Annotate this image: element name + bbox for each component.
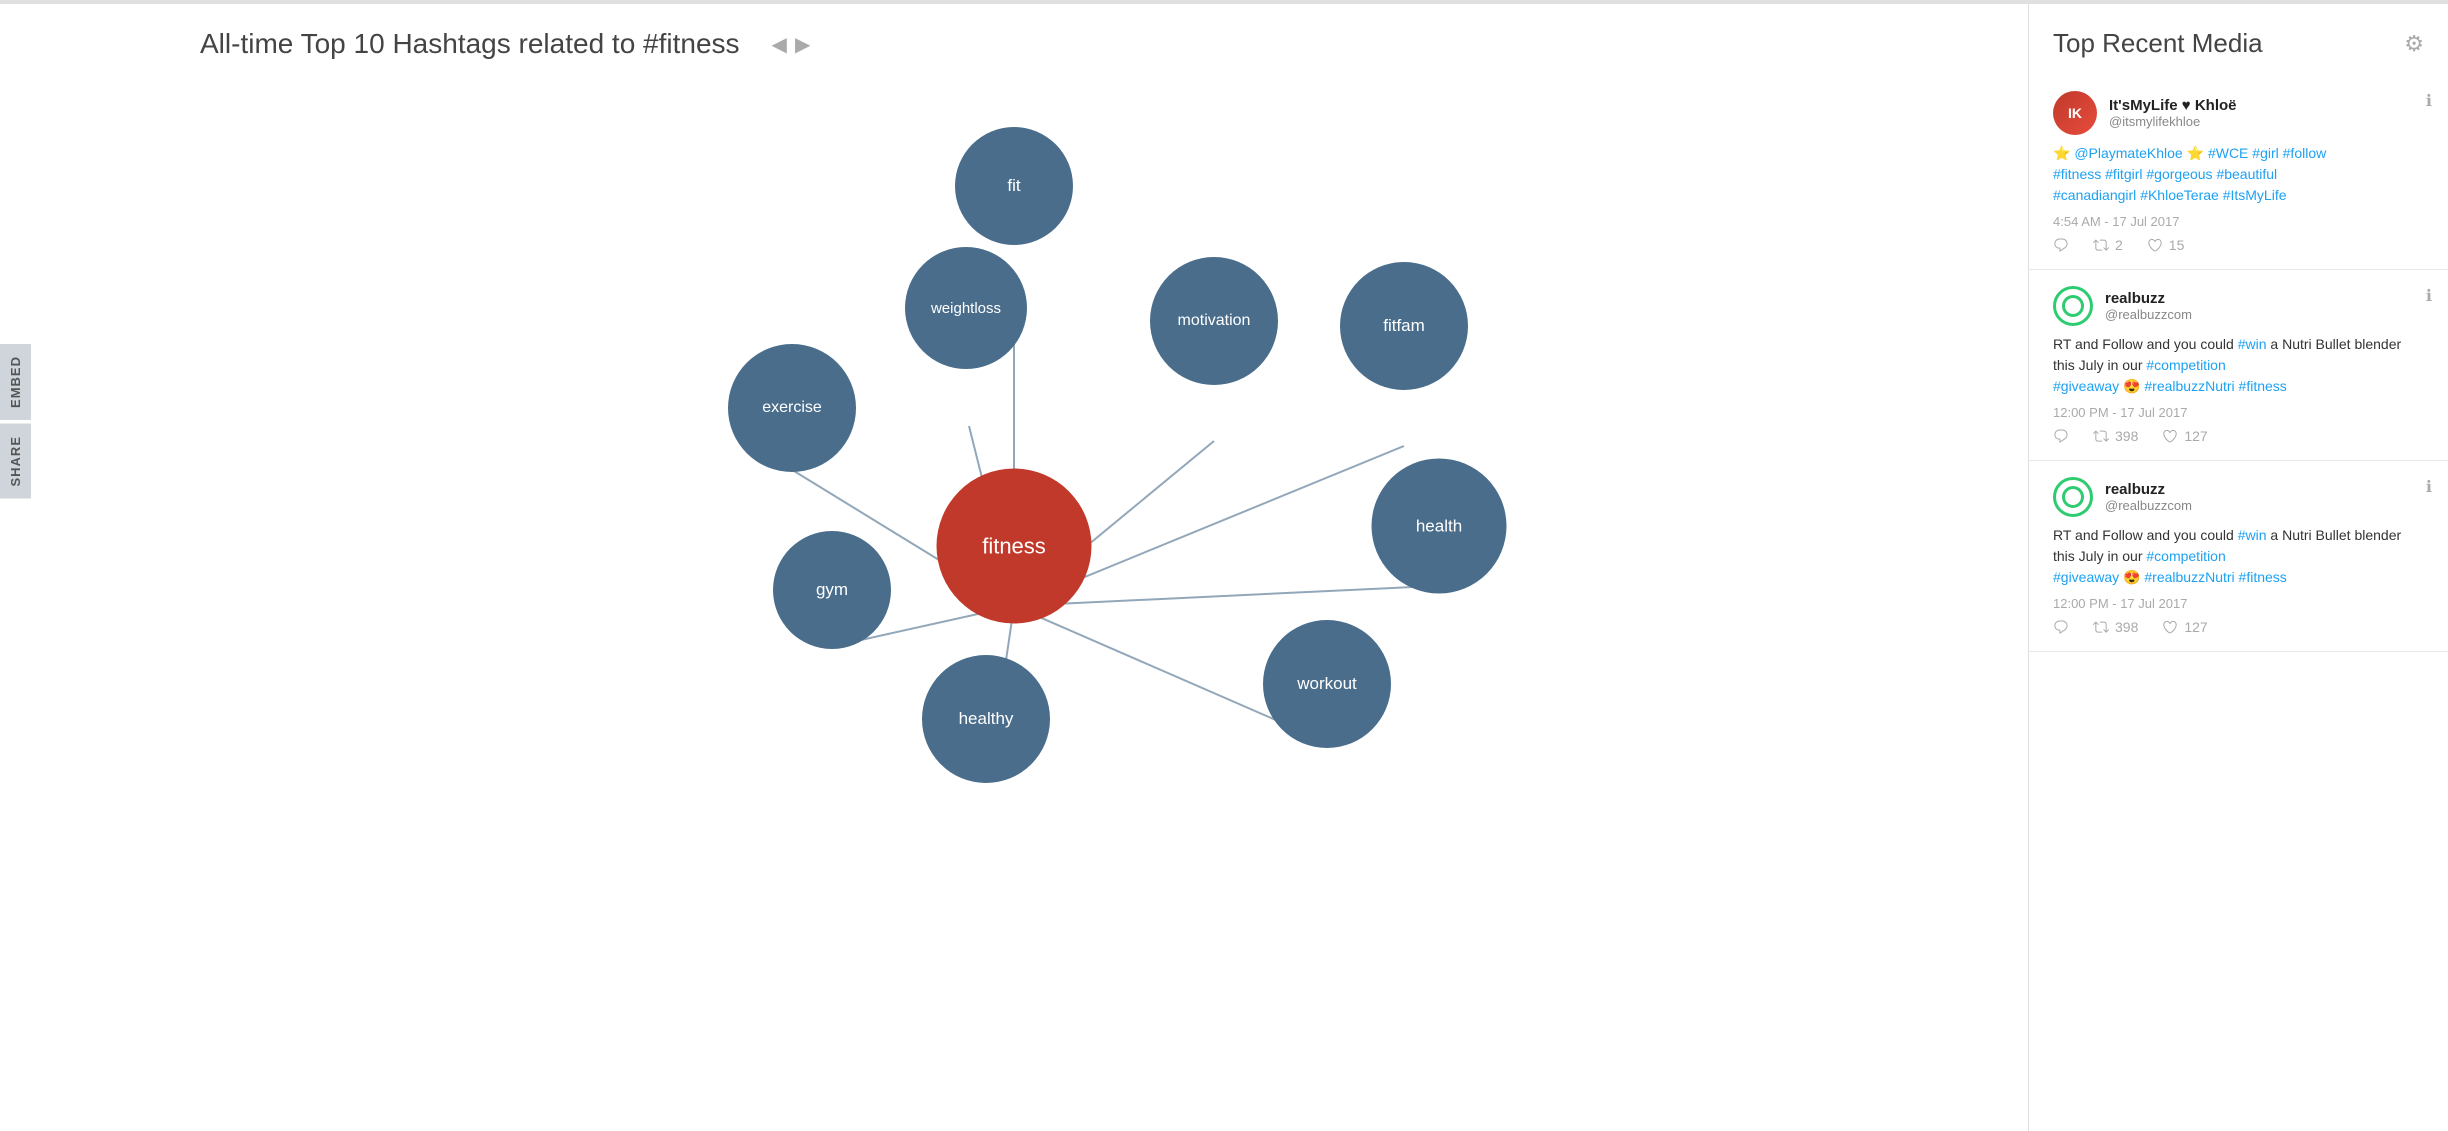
tweet-actions-3: 398 127	[2053, 619, 2424, 635]
right-panel: Top Recent Media ⚙ IK It'sMyLife ♥ Khloë…	[2028, 4, 2448, 1131]
tweet-link[interactable]: @PlaymateKhloe	[2074, 145, 2182, 161]
reply-action-1[interactable]	[2053, 237, 2069, 253]
tweet-card-1: IK It'sMyLife ♥ Khloë @itsmylifekhloe ℹ …	[2029, 75, 2448, 270]
retweet-action-1[interactable]: 2	[2093, 237, 2123, 253]
prev-arrow[interactable]: ◀	[772, 32, 787, 57]
avatar-3	[2053, 477, 2093, 517]
tweet-header-3: realbuzz @realbuzzcom ℹ	[2053, 477, 2424, 517]
side-buttons: EMBED SHARE	[0, 344, 31, 502]
user-name-3: realbuzz	[2105, 481, 2192, 498]
right-header: Top Recent Media ⚙	[2029, 4, 2448, 75]
info-icon-1[interactable]: ℹ	[2426, 91, 2432, 111]
next-arrow[interactable]: ▶	[795, 32, 810, 57]
tweet-header-2: realbuzz @realbuzzcom ℹ	[2053, 286, 2424, 326]
user-info-2: realbuzz @realbuzzcom	[2105, 290, 2192, 322]
user-name-2: realbuzz	[2105, 290, 2192, 307]
tweet-time-1: 4:54 AM - 17 Jul 2017	[2053, 214, 2424, 229]
node-gym[interactable]: gym	[773, 531, 891, 649]
node-fitfam[interactable]: fitfam	[1340, 262, 1468, 390]
retweet-count-1: 2	[2115, 237, 2123, 253]
tweet-card-3: realbuzz @realbuzzcom ℹ RT and Follow an…	[2029, 461, 2448, 652]
tweet-time-2: 12:00 PM - 17 Jul 2017	[2053, 405, 2424, 420]
info-icon-2[interactable]: ℹ	[2426, 286, 2432, 306]
user-handle-1: @itsmylifekhloe	[2109, 114, 2237, 129]
node-health[interactable]: health	[1372, 459, 1507, 594]
gear-icon[interactable]: ⚙	[2404, 31, 2424, 57]
node-motivation[interactable]: motivation	[1150, 257, 1278, 385]
node-workout[interactable]: workout	[1263, 620, 1391, 748]
like-action-3[interactable]: 127	[2162, 619, 2207, 635]
tweet-actions-1: 2 15	[2053, 237, 2424, 253]
nav-arrows: ◀ ▶	[772, 32, 811, 57]
network-graph: fitness fit motivation fitfam health wor…	[534, 56, 1494, 1016]
like-action-1[interactable]: 15	[2147, 237, 2185, 253]
main-container: All-time Top 10 Hashtags related to #fit…	[0, 4, 2448, 1131]
embed-button[interactable]: EMBED	[0, 344, 31, 420]
tweet-time-3: 12:00 PM - 17 Jul 2017	[2053, 596, 2424, 611]
node-fit[interactable]: fit	[955, 127, 1073, 245]
retweet-action-2[interactable]: 398	[2093, 428, 2138, 444]
like-action-2[interactable]: 127	[2162, 428, 2207, 444]
retweet-count-2: 398	[2115, 428, 2138, 444]
reply-action-3[interactable]	[2053, 619, 2069, 635]
user-handle-3: @realbuzzcom	[2105, 498, 2192, 513]
node-weightloss[interactable]: weightloss	[905, 247, 1027, 369]
node-exercise[interactable]: exercise	[728, 344, 856, 472]
retweet-count-3: 398	[2115, 619, 2138, 635]
tweet-actions-2: 398 127	[2053, 428, 2424, 444]
user-info-1: It'sMyLife ♥ Khloë @itsmylifekhloe	[2109, 97, 2237, 129]
right-panel-title: Top Recent Media	[2053, 28, 2263, 59]
retweet-action-3[interactable]: 398	[2093, 619, 2138, 635]
avatar-1: IK	[2053, 91, 2097, 135]
node-fitness[interactable]: fitness	[937, 469, 1092, 624]
tweet-text-1: ⭐ @PlaymateKhloe ⭐ #WCE #girl #follow #f…	[2053, 143, 2424, 206]
reply-action-2[interactable]	[2053, 428, 2069, 444]
tweet-text-2: RT and Follow and you could #win a Nutri…	[2053, 334, 2424, 397]
share-button[interactable]: SHARE	[0, 424, 31, 499]
user-info-3: realbuzz @realbuzzcom	[2105, 481, 2192, 513]
info-icon-3[interactable]: ℹ	[2426, 477, 2432, 497]
like-count-1: 15	[2169, 237, 2185, 253]
left-panel: All-time Top 10 Hashtags related to #fit…	[0, 4, 2028, 1131]
avatar-2	[2053, 286, 2093, 326]
like-count-2: 127	[2184, 428, 2207, 444]
like-count-3: 127	[2184, 619, 2207, 635]
node-healthy[interactable]: healthy	[922, 655, 1050, 783]
tweet-text-3: RT and Follow and you could #win a Nutri…	[2053, 525, 2424, 588]
tweet-header-1: IK It'sMyLife ♥ Khloë @itsmylifekhloe ℹ	[2053, 91, 2424, 135]
user-name-1: It'sMyLife ♥ Khloë	[2109, 97, 2237, 114]
tweet-card-2: realbuzz @realbuzzcom ℹ RT and Follow an…	[2029, 270, 2448, 461]
user-handle-2: @realbuzzcom	[2105, 307, 2192, 322]
